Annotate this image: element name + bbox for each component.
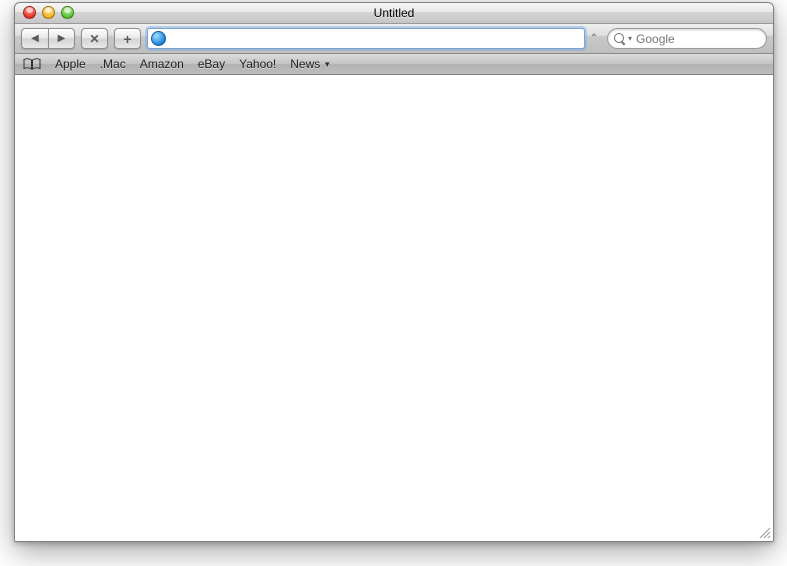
bookmark-label: eBay — [198, 57, 225, 71]
bookmark-label: .Mac — [100, 57, 126, 71]
resize-icon — [757, 525, 771, 539]
window-title: Untitled — [374, 6, 415, 20]
titlebar: Untitled — [15, 3, 773, 24]
window-controls — [23, 6, 74, 19]
address-bar-container: ⌃ — [147, 28, 601, 49]
bookmarks-bar: Apple .Mac Amazon eBay Yahoo! News ▼ — [15, 54, 773, 75]
stop-button[interactable]: ✕ — [81, 28, 108, 49]
snapback-icon: ⌃ — [590, 33, 598, 44]
bookmark-news[interactable]: News ▼ — [290, 57, 331, 71]
stop-icon: ✕ — [89, 32, 99, 46]
search-input[interactable] — [636, 32, 774, 46]
resize-handle[interactable] — [757, 525, 771, 539]
toolbar: ◀ ▶ ✕ + ⌃ ▾ — [15, 24, 773, 54]
add-bookmark-button[interactable]: + — [114, 28, 141, 49]
bookmark-label: Amazon — [140, 57, 184, 71]
book-icon — [23, 58, 41, 70]
plus-icon: + — [123, 32, 131, 46]
address-bar[interactable] — [147, 28, 585, 49]
bookmark-dotmac[interactable]: .Mac — [100, 57, 126, 71]
bookmark-label: Apple — [55, 57, 86, 71]
bookmarks-menu-button[interactable] — [23, 58, 41, 70]
forward-button[interactable]: ▶ — [48, 28, 75, 49]
bookmark-label: Yahoo! — [239, 57, 276, 71]
bookmark-amazon[interactable]: Amazon — [140, 57, 184, 71]
search-field[interactable]: ▾ — [607, 28, 767, 49]
bookmark-apple[interactable]: Apple — [55, 57, 86, 71]
nav-buttons: ◀ ▶ — [21, 28, 75, 49]
zoom-button[interactable] — [61, 6, 74, 19]
forward-arrow-icon: ▶ — [58, 33, 66, 44]
globe-icon — [151, 31, 166, 46]
minimize-button[interactable] — [42, 6, 55, 19]
page-content — [15, 75, 773, 541]
url-input[interactable] — [170, 30, 581, 47]
back-arrow-icon: ◀ — [31, 33, 39, 44]
bookmark-ebay[interactable]: eBay — [198, 57, 225, 71]
search-menu-chevron-icon[interactable]: ▾ — [628, 34, 632, 43]
bookmark-yahoo[interactable]: Yahoo! — [239, 57, 276, 71]
chevron-down-icon: ▼ — [323, 60, 331, 69]
back-button[interactable]: ◀ — [21, 28, 48, 49]
browser-window: Untitled ◀ ▶ ✕ + ⌃ ▾ — [14, 2, 774, 542]
close-button[interactable] — [23, 6, 36, 19]
snapback-button[interactable]: ⌃ — [587, 28, 601, 49]
bookmark-label: News — [290, 57, 320, 71]
search-icon — [614, 33, 626, 45]
